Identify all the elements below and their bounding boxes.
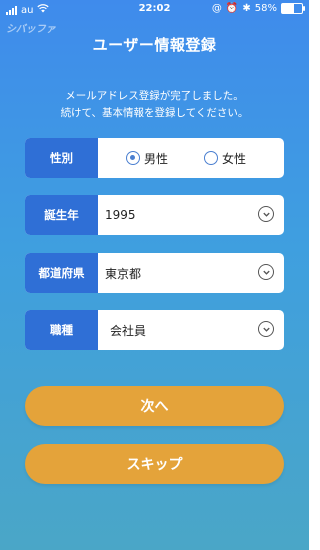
intro-line-2: 続けて、基本情報を登録してください。 bbox=[60, 107, 249, 119]
bluetooth-icon: ✱ bbox=[242, 3, 251, 14]
occupation-row[interactable]: 職種 会社員 bbox=[25, 310, 284, 350]
gender-option-male-label: 男性 bbox=[144, 151, 169, 166]
screen: au 22:02 @ ⏰ ✱ 58% シバッファ ユーザー情報登録 メールアドレ… bbox=[0, 0, 309, 550]
gender-options: 男性 女性 bbox=[98, 138, 284, 178]
birth-year-label: 誕生年 bbox=[25, 195, 98, 235]
gender-label: 性別 bbox=[25, 138, 98, 178]
page-title: ユーザー情報登録 bbox=[92, 36, 217, 54]
birth-year-row[interactable]: 誕生年 1995 bbox=[25, 195, 284, 235]
gender-row: 性別 男性 女性 bbox=[25, 138, 284, 178]
radio-checked-icon[interactable] bbox=[126, 151, 140, 165]
status-bar: au 22:02 @ ⏰ ✱ 58% bbox=[0, 0, 309, 20]
occupation-value: 会社員 bbox=[110, 323, 147, 338]
chevron-down-icon[interactable] bbox=[258, 264, 274, 280]
next-button[interactable]: 次へ bbox=[25, 386, 284, 426]
watermark-logo: シバッファ bbox=[6, 24, 56, 35]
prefecture-select[interactable]: 東京都 bbox=[98, 253, 284, 293]
radio-unchecked-icon[interactable] bbox=[204, 151, 219, 165]
intro-line-1: メールアドレス登録が完了しました。 bbox=[65, 90, 244, 102]
prefecture-label: 都道府県 bbox=[25, 253, 98, 293]
alarm-icon: ⏰ bbox=[225, 3, 239, 14]
gender-option-male[interactable]: 男性 bbox=[126, 150, 168, 167]
occupation-select[interactable]: 会社員 bbox=[98, 310, 284, 350]
birth-year-value: 1995 bbox=[105, 208, 136, 222]
battery-fill bbox=[282, 4, 294, 13]
chevron-down-icon[interactable] bbox=[258, 321, 274, 337]
chevron-down-icon[interactable] bbox=[258, 206, 274, 222]
prefecture-row[interactable]: 都道府県 東京都 bbox=[25, 253, 284, 293]
occupation-label: 職種 bbox=[25, 310, 98, 350]
prefecture-value: 東京都 bbox=[105, 266, 142, 281]
intro-text: メールアドレス登録が完了しました。 続けて、基本情報を登録してください。 bbox=[0, 88, 309, 122]
birth-year-select[interactable]: 1995 bbox=[98, 195, 284, 235]
battery-icon bbox=[281, 3, 305, 14]
at-icon: @ bbox=[211, 3, 222, 14]
gender-option-female-label: 女性 bbox=[222, 151, 247, 166]
skip-button[interactable]: スキップ bbox=[25, 444, 284, 484]
battery-percent: 58% bbox=[254, 3, 277, 14]
status-right: @ ⏰ ✱ 58% bbox=[211, 3, 305, 14]
gender-option-female[interactable]: 女性 bbox=[204, 150, 246, 167]
